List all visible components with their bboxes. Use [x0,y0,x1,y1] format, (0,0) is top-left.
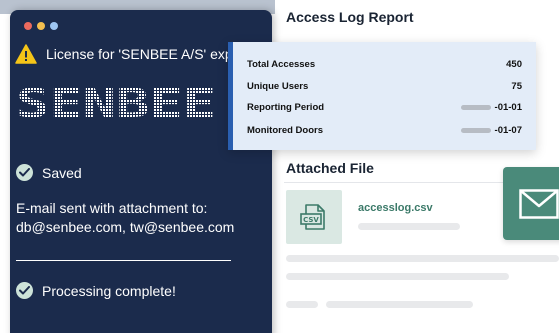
stat-label: Total Accesses [247,58,316,70]
stats-card: Total Accesses 450 Unique Users 75 Repor… [228,42,536,150]
check-icon [16,282,33,299]
attachment-file-name[interactable]: accesslog.csv [358,202,433,214]
email-sent-text: E-mail sent with attachment to: db@senbe… [16,200,235,235]
mail-tile [503,167,559,240]
stat-row-reporting-period: Reporting Period -01-01 [247,100,522,114]
stat-label: Monitored Doors [247,124,323,136]
processing-status: Processing complete! [16,282,176,299]
report-title: Access Log Report [286,9,414,25]
placeholder-line [326,301,473,308]
license-warning: License for 'SENBEE A/S' exp [15,44,255,64]
stat-row-monitored-doors: Monitored Doors -01-07 [247,123,522,137]
stat-value: -01-01 [494,101,522,113]
stat-row-unique-users: Unique Users 75 [247,79,522,93]
stat-label: Unique Users [247,80,309,92]
redacted-text [460,127,491,133]
stat-value: 75 [511,80,522,92]
processing-label: Processing complete! [42,282,176,299]
placeholder-line [358,223,460,230]
svg-text:CSV: CSV [303,216,319,224]
check-icon [16,164,33,181]
maximize-window-button[interactable] [50,22,58,30]
attached-file-title: Attached File [286,160,374,176]
divider [16,260,231,261]
placeholder-line [286,255,559,262]
stat-row-total-accesses: Total Accesses 450 [247,57,522,71]
stat-label: Reporting Period [247,101,325,113]
senbee-logo: SENBEE [16,82,216,122]
csv-file-tile[interactable]: CSV [286,190,342,244]
stat-value: 450 [506,58,522,70]
warning-icon [15,44,37,64]
window-controls [24,22,58,30]
csv-file-icon: CSV [300,204,325,230]
minimize-window-button[interactable] [37,22,45,30]
placeholder-line [286,301,318,308]
saved-status: Saved [16,164,82,181]
redacted-text [460,104,491,110]
saved-label: Saved [42,164,82,181]
mail-icon [519,188,559,219]
license-text: License for 'SENBEE A/S' exp [46,46,233,62]
svg-text:SENBEE: SENBEE [16,82,216,122]
stat-value: -01-07 [494,124,522,136]
close-window-button[interactable] [24,22,32,30]
placeholder-line [286,273,509,280]
